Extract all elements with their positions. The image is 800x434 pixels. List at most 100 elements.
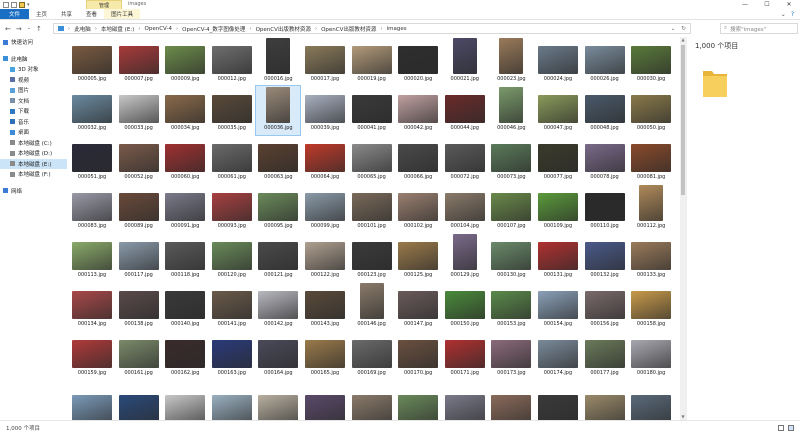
image-thumbnail[interactable] (639, 185, 664, 221)
nav-item[interactable]: 此电脑 (0, 54, 67, 65)
image-thumbnail[interactable] (258, 144, 299, 172)
image-thumbnail[interactable] (165, 291, 206, 319)
file-item[interactable]: 000063.jpg (256, 135, 300, 184)
image-thumbnail[interactable] (211, 95, 252, 123)
file-item[interactable] (629, 380, 673, 420)
image-thumbnail[interactable] (398, 193, 439, 221)
file-item[interactable]: 000046.jpg (489, 86, 533, 135)
file-item[interactable]: 000113.jpg (70, 233, 114, 282)
file-item[interactable]: 000009.jpg (163, 37, 207, 86)
image-thumbnail[interactable] (211, 242, 252, 270)
file-item[interactable]: 000120.jpg (210, 233, 254, 282)
file-item[interactable]: 000164.jpg (256, 331, 300, 380)
image-thumbnail[interactable] (351, 242, 392, 270)
nav-item[interactable]: 音乐 (0, 117, 67, 128)
image-thumbnail[interactable] (491, 340, 532, 368)
file-item[interactable]: 000142.jpg (256, 282, 300, 331)
tab-picture-tools[interactable]: 图片工具 (104, 9, 141, 19)
up-icon[interactable]: ↑ (36, 25, 42, 33)
image-thumbnail[interactable] (211, 193, 252, 221)
nav-item[interactable]: 本地磁盘 (F:) (0, 169, 67, 180)
file-item[interactable] (350, 380, 394, 420)
file-item[interactable]: 000163.jpg (210, 331, 254, 380)
file-item[interactable]: 000102.jpg (396, 184, 440, 233)
file-item[interactable]: 000036.jpg (255, 85, 302, 136)
image-thumbnail[interactable] (211, 144, 252, 172)
file-item[interactable]: 000026.jpg (583, 37, 627, 86)
file-item[interactable]: 000162.jpg (163, 331, 207, 380)
help-icon[interactable]: ? (791, 11, 794, 18)
file-item[interactable]: 000095.jpg (256, 184, 300, 233)
nav-item[interactable]: 图片 (0, 85, 67, 96)
file-item[interactable] (303, 380, 347, 420)
file-item[interactable]: 000169.jpg (350, 331, 394, 380)
image-thumbnail[interactable] (398, 95, 439, 123)
image-thumbnail[interactable] (631, 395, 672, 420)
file-item[interactable]: 000112.jpg (629, 184, 673, 233)
image-thumbnail[interactable] (165, 340, 206, 368)
image-thumbnail[interactable] (258, 395, 299, 420)
nav-item[interactable]: 桌面 (0, 127, 67, 138)
image-thumbnail[interactable] (537, 242, 578, 270)
nav-item[interactable]: 3D 对象 (0, 64, 67, 75)
file-item[interactable]: 000078.jpg (583, 135, 627, 184)
image-thumbnail[interactable] (537, 46, 578, 74)
image-thumbnail[interactable] (537, 395, 578, 420)
file-item[interactable]: 000143.jpg (303, 282, 347, 331)
image-thumbnail[interactable] (304, 95, 345, 123)
file-item[interactable]: 000125.jpg (396, 233, 440, 282)
image-thumbnail[interactable] (211, 291, 252, 319)
file-item[interactable]: 000017.jpg (303, 37, 347, 86)
image-thumbnail[interactable] (351, 395, 392, 420)
file-item[interactable]: 000153.jpg (489, 282, 533, 331)
back-icon[interactable]: ← (5, 25, 11, 33)
breadcrumb-image-processing[interactable]: OpenCV-4_数字图像处理 (182, 25, 245, 33)
image-thumbnail[interactable] (398, 340, 439, 368)
file-item[interactable]: 000064.jpg (303, 135, 347, 184)
image-thumbnail[interactable] (72, 395, 112, 420)
image-thumbnail[interactable] (266, 87, 291, 123)
image-thumbnail[interactable] (537, 193, 578, 221)
image-thumbnail[interactable] (118, 395, 159, 420)
file-item[interactable]: 000117.jpg (117, 233, 161, 282)
image-thumbnail[interactable] (444, 395, 485, 420)
file-item[interactable]: 000042.jpg (396, 86, 440, 135)
file-item[interactable]: 000099.jpg (303, 184, 347, 233)
image-thumbnail[interactable] (304, 193, 345, 221)
breadcrumb-images[interactable]: images (387, 26, 407, 32)
image-thumbnail[interactable] (491, 193, 532, 221)
image-thumbnail[interactable] (631, 340, 672, 368)
file-item[interactable]: 000020.jpg (396, 37, 440, 86)
file-item[interactable]: 000081.jpg (629, 135, 673, 184)
close-button[interactable]: ✕ (778, 0, 800, 9)
image-thumbnail[interactable] (444, 193, 485, 221)
image-thumbnail[interactable] (351, 95, 392, 123)
image-thumbnail[interactable] (351, 193, 392, 221)
image-thumbnail[interactable] (258, 340, 299, 368)
image-thumbnail[interactable] (537, 340, 578, 368)
image-thumbnail[interactable] (444, 95, 485, 123)
nav-item[interactable]: 网络 (0, 186, 67, 197)
image-thumbnail[interactable] (631, 46, 672, 74)
nav-item[interactable]: 下载 (0, 106, 67, 117)
file-item[interactable]: 000141.jpg (210, 282, 254, 331)
image-thumbnail[interactable] (398, 395, 439, 420)
image-thumbnail[interactable] (258, 242, 299, 270)
image-thumbnail[interactable] (266, 38, 291, 74)
image-thumbnail[interactable] (351, 340, 392, 368)
maximize-button[interactable]: ☐ (756, 0, 778, 9)
file-item[interactable]: 000123.jpg (350, 233, 394, 282)
file-item[interactable] (489, 380, 533, 420)
image-thumbnail[interactable] (165, 46, 206, 74)
search-input[interactable]: 搜索"images" (730, 25, 766, 33)
image-thumbnail[interactable] (304, 395, 345, 420)
file-item[interactable]: 000083.jpg (70, 184, 114, 233)
breadcrumb-resources-2[interactable]: OpenCV出版教材资源 (321, 25, 376, 33)
forward-icon[interactable]: → (16, 25, 22, 33)
tab-home[interactable]: 主页 (29, 9, 54, 19)
image-thumbnail[interactable] (165, 242, 206, 270)
context-tab-manage[interactable]: 管理 (86, 0, 122, 9)
nav-item[interactable]: 本地磁盘 (E:) (0, 158, 67, 169)
file-item[interactable]: 000173.jpg (489, 331, 533, 380)
image-thumbnail[interactable] (584, 193, 625, 221)
